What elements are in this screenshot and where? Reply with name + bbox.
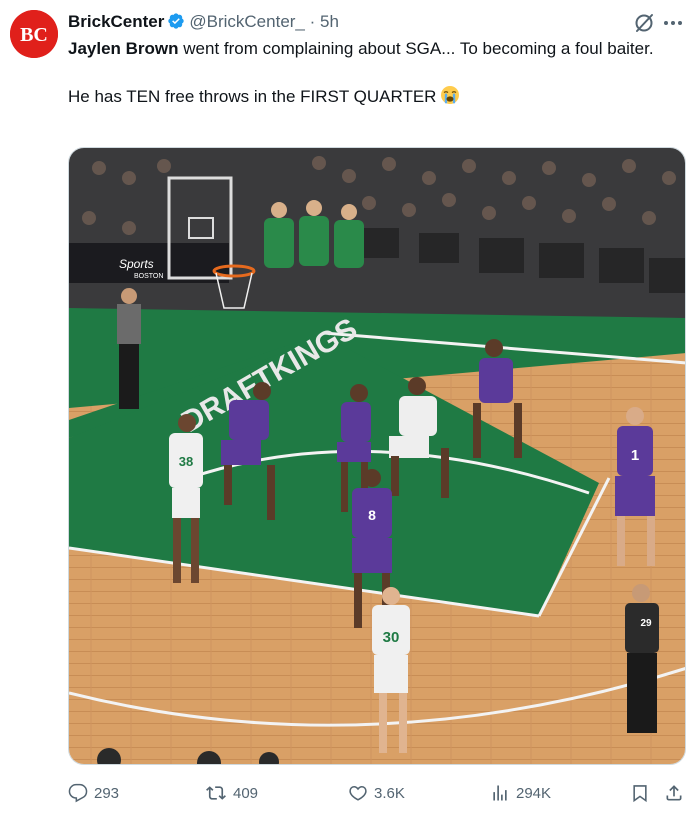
- action-bar: 293 409 3.6K 294K: [68, 780, 686, 806]
- like-button[interactable]: 3.6K: [348, 780, 405, 806]
- referee-left: [117, 288, 141, 409]
- jersey-number-38: 38: [179, 454, 193, 469]
- reply-count: 293: [94, 784, 120, 802]
- grok-icon[interactable]: [633, 12, 655, 34]
- referee-29: 29: [625, 584, 659, 733]
- handle[interactable]: @BrickCenter_: [189, 12, 305, 31]
- tweet-line-2: He has TEN free throws in the FIRST QUAR…: [68, 87, 437, 106]
- timestamp[interactable]: 5h: [320, 12, 339, 31]
- more-icon[interactable]: [664, 21, 682, 25]
- loudly-crying-face-emoji: [440, 85, 460, 105]
- views-button[interactable]: 294K: [490, 780, 551, 806]
- brickcenter-logo: BC: [10, 10, 58, 58]
- broadcaster-logo: Sports: [119, 257, 154, 271]
- tweet-header: BrickCenter @BrickCenter_ · 5h: [68, 11, 339, 36]
- jersey-number-8: 8: [368, 507, 376, 523]
- mention-name[interactable]: Jaylen Brown: [68, 39, 179, 58]
- share-button[interactable]: [664, 780, 684, 806]
- like-count: 3.6K: [374, 784, 405, 802]
- reply-icon: [68, 783, 88, 803]
- tweet-text: Jaylen Brown went from complaining about…: [68, 37, 668, 109]
- referee-number-29: 29: [640, 618, 652, 629]
- repost-icon: [206, 786, 226, 800]
- jersey-number-1: 1: [631, 447, 639, 464]
- bookmark-icon: [633, 785, 647, 803]
- views-icon: [493, 785, 507, 801]
- tweet-line-1: went from complaining about SGA... To be…: [178, 39, 654, 58]
- share-icon: [666, 785, 682, 801]
- views-count: 294K: [516, 784, 552, 802]
- repost-button[interactable]: 409: [205, 780, 258, 806]
- reply-button[interactable]: 293: [68, 780, 119, 806]
- display-name[interactable]: BrickCenter: [68, 12, 164, 31]
- avatar-text: BC: [20, 24, 48, 46]
- separator: ·: [309, 12, 316, 31]
- like-icon: [349, 785, 367, 801]
- video-media[interactable]: Sports BOSTON DRAFTKINGS 38 8 30 1 29: [68, 147, 686, 765]
- avatar[interactable]: BC: [10, 10, 58, 58]
- jersey-number-30: 30: [383, 629, 400, 646]
- verified-icon: [167, 12, 185, 36]
- broadcaster-sub: BOSTON: [134, 273, 163, 280]
- repost-count: 409: [233, 784, 259, 802]
- basketball-court-scene: Sports BOSTON DRAFTKINGS 38 8 30 1 29: [69, 148, 685, 764]
- bookmark-button[interactable]: [630, 780, 650, 806]
